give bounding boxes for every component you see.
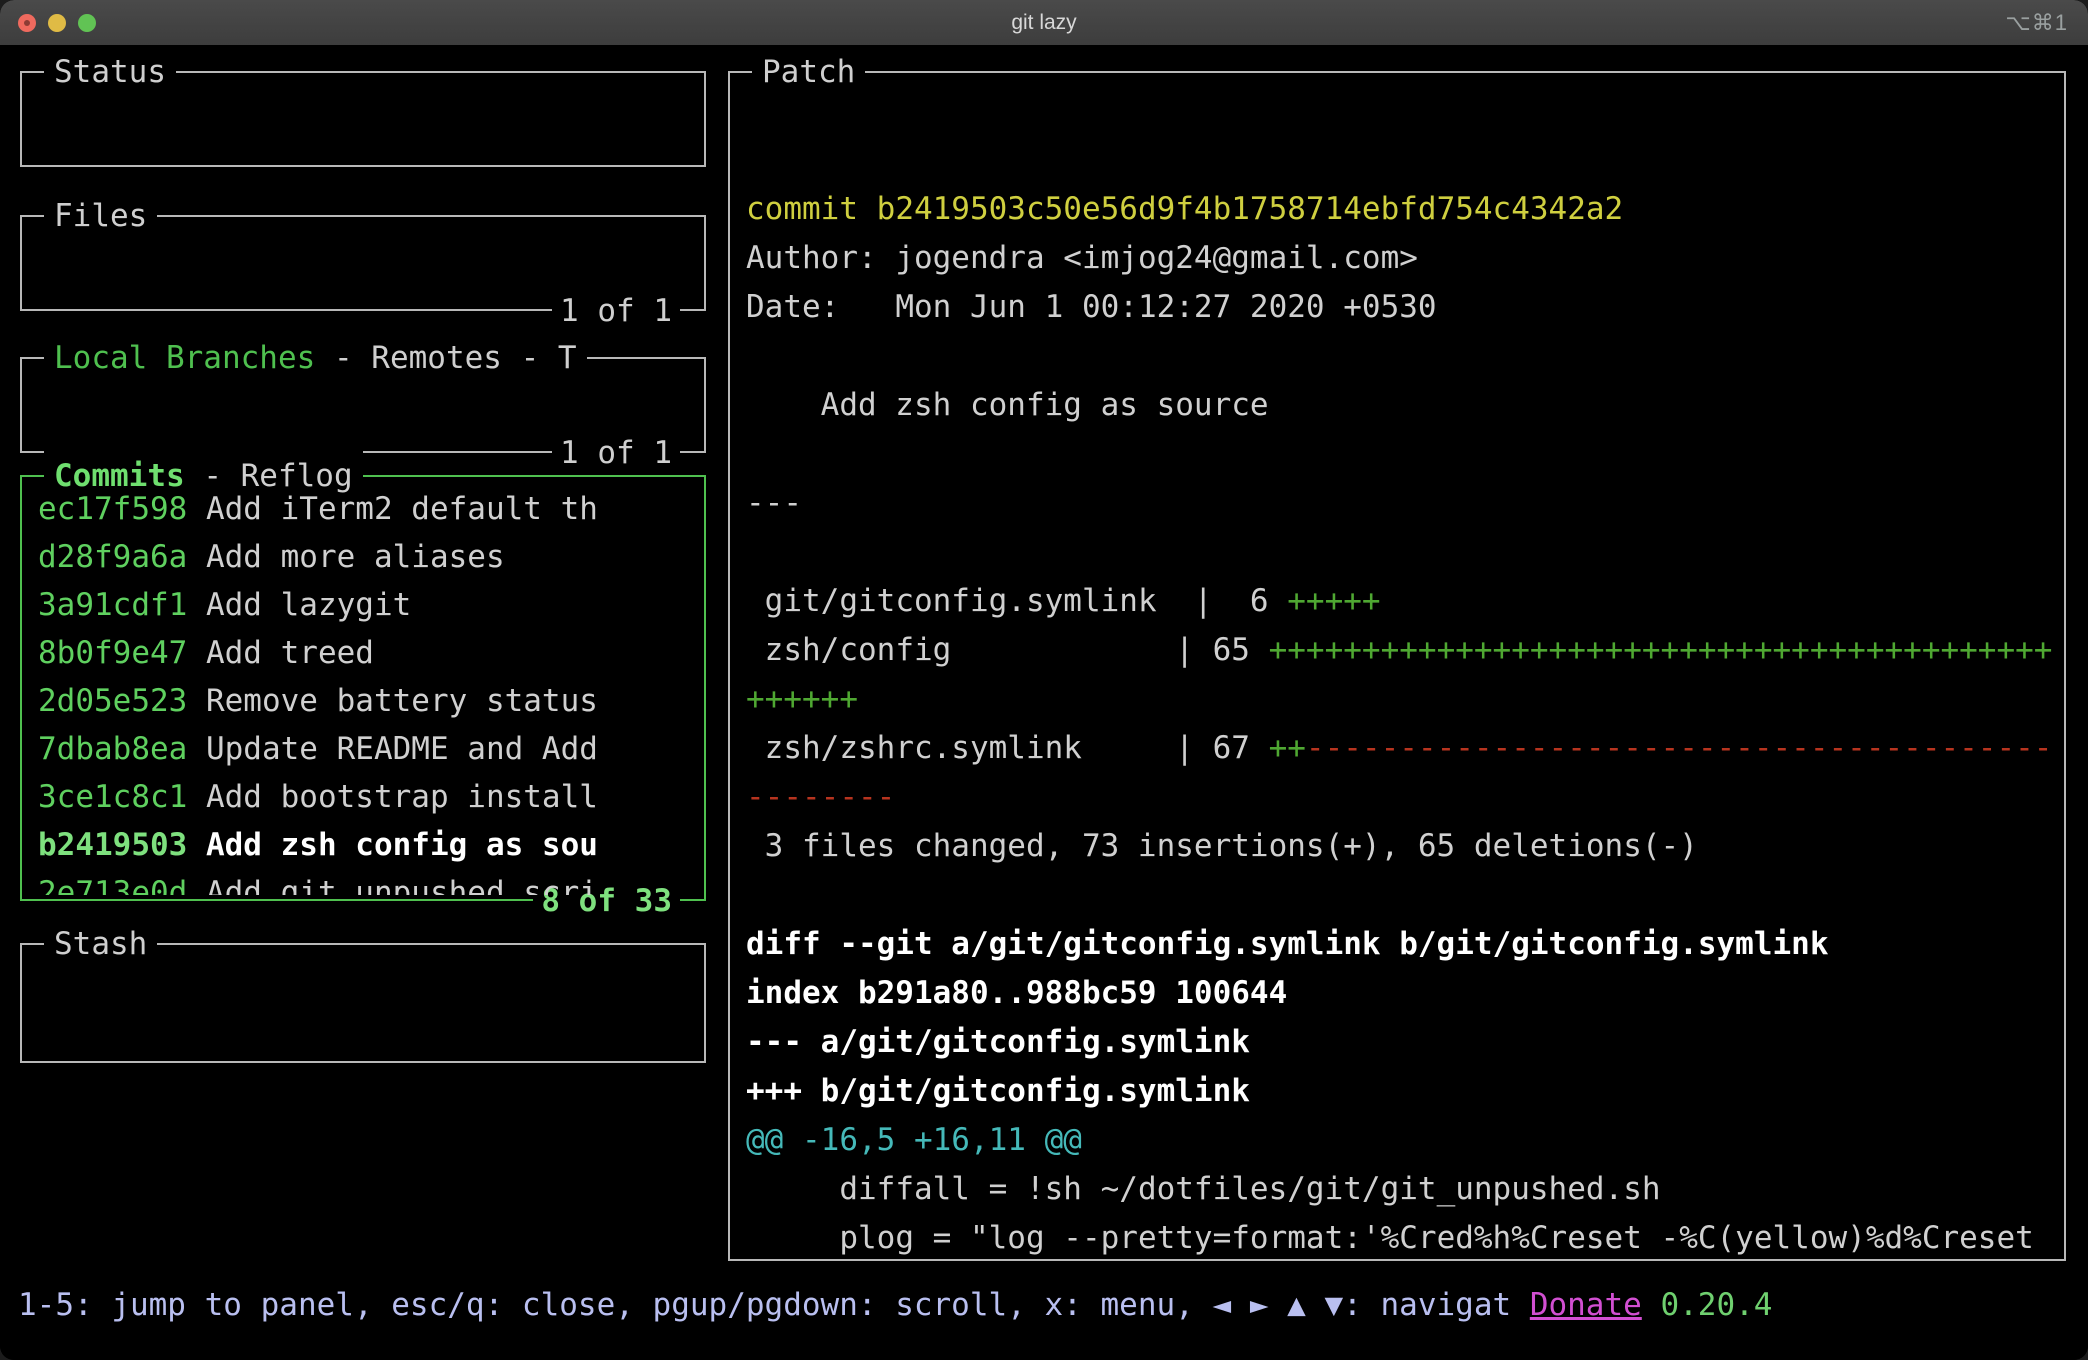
- commit-hash: 3a91cdf1: [38, 587, 188, 623]
- diffstat-insertions: ++: [1268, 730, 1306, 766]
- patch-commit-sha: b2419503c50e56d9f4b1758714ebfd754c4342a2: [876, 191, 1624, 227]
- commit-row[interactable]: ec17f598 Add iTerm2 default th: [38, 485, 696, 533]
- commit-message: Update README and Add: [205, 731, 598, 767]
- diffstat-row: git/gitconfig.symlink | 6 +++++: [746, 577, 2056, 626]
- commit-message: Remove battery status: [205, 683, 598, 719]
- panel-patch-body: commit b2419503c50e56d9f4b1758714ebfd754…: [746, 81, 2056, 1255]
- right-arrow-icon[interactable]: ►: [1250, 1287, 1269, 1323]
- panel-patch[interactable]: Patch commit b2419503c50e56d9f4b1758714e…: [728, 47, 2066, 1261]
- diff-header-line: index b291a80..988bc59 100644: [746, 975, 1288, 1011]
- hunk-header-line: @@ -16,5 +16,11 @@: [746, 1122, 1082, 1158]
- patch-commit-label: commit: [746, 191, 877, 227]
- commit-row[interactable]: 3a91cdf1 Add lazygit: [38, 581, 696, 629]
- status-bar-navigate-label: : navigat: [1343, 1287, 1530, 1323]
- panel-commits-body: ec17f598 Add iTerm2 default th d28f9a6a A…: [38, 485, 696, 895]
- commit-row[interactable]: 7dbab8ea Update README and Add: [38, 725, 696, 773]
- panel-stash[interactable]: Stash: [20, 919, 706, 1063]
- panel-status[interactable]: Status ↑0↓0 dotfiles → master: [20, 47, 706, 167]
- commit-message: Add git unpushed scri: [205, 875, 598, 895]
- status-bar: 1-5: jump to panel, esc/q: close, pgup/p…: [18, 1277, 2068, 1333]
- diff-header-line: diff --git a/git/gitconfig.symlink b/git…: [746, 926, 1829, 962]
- commit-hash: 2d05e523: [38, 683, 188, 719]
- window-title: git lazy: [1011, 11, 1077, 34]
- status-bar-keys: 1-5: jump to panel, esc/q: close, pgup/p…: [18, 1287, 1213, 1323]
- patch-author-value: jogendra <imjog24@gmail.com>: [895, 240, 1418, 276]
- commit-message: Add lazygit: [205, 587, 412, 623]
- commit-hash: 8b0f9e47: [38, 635, 188, 671]
- diff-header-line: --- a/git/gitconfig.symlink: [746, 1024, 1250, 1060]
- diffstat-row: zsh/zshrc.symlink | 67 ++---------------…: [746, 724, 2056, 822]
- patch-author-line: Author: jogendra <imjog24@gmail.com>: [746, 234, 2056, 283]
- commit-message: Add treed: [205, 635, 374, 671]
- commit-row[interactable]: 8b0f9e47 Add treed: [38, 629, 696, 677]
- patch-blank-1: [746, 332, 2056, 381]
- diff-header-line: +++ b/git/gitconfig.symlink: [746, 1073, 1250, 1109]
- patch-commit-line: commit b2419503c50e56d9f4b1758714ebfd754…: [746, 185, 2056, 234]
- donate-link[interactable]: Donate: [1530, 1287, 1642, 1323]
- window-shortcut-indicator: ⌥⌘1: [2005, 10, 2068, 35]
- commit-row[interactable]: 3ce1c8c1 Add bootstrap install: [38, 773, 696, 821]
- panel-stash-body: [38, 953, 696, 1057]
- commit-row[interactable]: d28f9a6a Add more aliases: [38, 533, 696, 581]
- commit-hash: 2e713e0d: [38, 875, 188, 895]
- diff-context-line: diffall = !sh ~/dotfiles/git/git_unpushe…: [746, 1171, 1661, 1207]
- down-arrow-icon[interactable]: ▼: [1325, 1287, 1344, 1323]
- panel-status-body: ↑0↓0 dotfiles → master: [38, 81, 696, 161]
- commit-hash: 3ce1c8c1: [38, 779, 188, 815]
- left-arrow-icon[interactable]: ◄: [1212, 1287, 1231, 1323]
- patch-date-line: Date: Mon Jun 1 00:12:27 2020 +0530: [746, 283, 2056, 332]
- commit-message: Add more aliases: [205, 539, 505, 575]
- commit-hash: d28f9a6a: [38, 539, 188, 575]
- patch-summary-line: 3 files changed, 73 insertions(+), 65 de…: [746, 828, 1698, 864]
- patch-blank-3: [746, 528, 2056, 577]
- patch-diff-content: commit b2419503c50e56d9f4b1758714ebfd754…: [746, 185, 2056, 1255]
- commit-row[interactable]: 2e713e0d Add git unpushed scri: [38, 869, 696, 895]
- patch-subject-line: Add zsh config as source: [746, 387, 1269, 423]
- patch-author-label: Author:: [746, 240, 896, 276]
- diffstat-row: zsh/config | 65 ++++++++++++++++++++++++…: [746, 626, 2056, 724]
- terminal-content: Status ↑0↓0 dotfiles → master Files 1 of…: [0, 45, 2088, 1360]
- window-titlebar[interactable]: git lazy ⌥⌘1: [0, 0, 2088, 46]
- diffstat-file: git/gitconfig.symlink | 6: [746, 583, 1288, 619]
- panel-files-body: M macos/settings: [38, 225, 696, 305]
- diffstat-file: zsh/config | 65: [746, 632, 1269, 668]
- commit-hash: ec17f598: [38, 491, 188, 527]
- terminal-window: git lazy ⌥⌘1 Status ↑0↓0 dotfiles → mast…: [0, 0, 2088, 1360]
- panel-commits[interactable]: Commits - Reflog 8 of 33 ec17f598 Add iT…: [20, 451, 706, 926]
- patch-date-value: Mon Jun 1 00:12:27 2020 +0530: [895, 289, 1437, 325]
- patch-blank-4: [746, 871, 2056, 920]
- commit-row[interactable]: 2d05e523 Remove battery status: [38, 677, 696, 725]
- diff-context-line: plog = "log --pretty=format:'%Cred%h%Cre…: [839, 1220, 2034, 1255]
- patch-separator-line: ---: [746, 485, 802, 521]
- panel-files[interactable]: Files 1 of 1 M macos/settings: [20, 191, 706, 336]
- up-arrow-icon[interactable]: ▲: [1287, 1287, 1306, 1323]
- panel-branches-body: * master ↑0↓0: [38, 367, 696, 447]
- commit-hash: 7dbab8ea: [38, 731, 188, 767]
- version-label: 0.20.4: [1660, 1287, 1773, 1323]
- diffstat-file: zsh/zshrc.symlink | 67: [746, 730, 1269, 766]
- commit-message: Add iTerm2 default th: [205, 491, 598, 527]
- patch-blank-2: [746, 430, 2056, 479]
- panel-branches[interactable]: Local Branches - Remotes - T 1 of 1 * ma…: [20, 333, 706, 478]
- patch-date-label: Date:: [746, 289, 896, 325]
- commit-row[interactable]: b2419503 Add zsh config as sou: [38, 821, 696, 869]
- commit-message: Add zsh config as sou: [205, 827, 598, 863]
- commit-message: Add bootstrap install: [205, 779, 598, 815]
- commit-hash: b2419503: [38, 827, 188, 863]
- diffstat-insertions: +++++: [1287, 583, 1381, 619]
